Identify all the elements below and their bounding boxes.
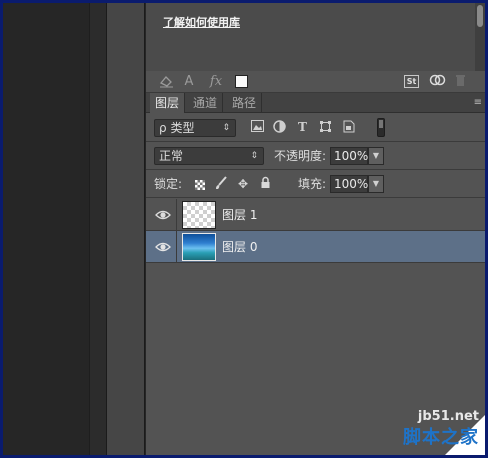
panel-menu-icon[interactable]: ≡ [474,97,482,108]
libraries-panel: 了解如何使用库 [146,3,485,71]
lock-label: 锁定: [154,177,183,191]
layer-thumbnail [182,201,216,229]
smart-object-filter-icon[interactable] [341,120,356,135]
fx-icon[interactable]: fx [208,74,224,90]
opacity-input[interactable]: 100% [330,147,368,165]
app-window: 了解如何使用库 A fx St 图层 通道 路径 ≡ ρ 类型 ⇕ T 正常 ⇕… [3,3,485,455]
blend-mode-row: 正常 ⇕ 不透明度: 100% ▼ [146,142,485,170]
lock-all-icon[interactable] [258,176,272,192]
layer-row[interactable]: 图层 1 [146,199,485,231]
trash-icon[interactable] [453,74,467,90]
eye-icon[interactable] [154,207,172,223]
opacity-dropdown-button[interactable]: ▼ [368,147,384,165]
fill-input[interactable]: 100% [330,175,368,193]
fill-label: 填充: [298,177,327,191]
filter-kind-dropdown[interactable]: ρ 类型 ⇕ [154,119,236,137]
learn-library-link[interactable]: 了解如何使用库 [163,14,240,30]
character-style-icon[interactable]: A [182,74,196,90]
paint-bucket-icon[interactable] [158,74,174,90]
layer-filter-row: ρ 类型 ⇕ T [146,114,485,142]
pixel-layer-filter-icon[interactable] [250,120,265,135]
watermark-name: 脚本之家 [403,427,479,448]
collapsed-panel-dock [106,3,145,455]
panel-tab-bar: 图层 通道 路径 ≡ [146,93,485,113]
layer-name[interactable]: 图层 0 [222,239,257,255]
filter-toggle-switch[interactable] [377,118,385,137]
blend-mode-value: 正常 [159,149,184,163]
layer-name[interactable]: 图层 1 [222,207,257,223]
divider [176,231,177,263]
search-icon: ρ [159,121,167,135]
libraries-scrollbar[interactable] [475,3,485,71]
watermark-url: jb51.net [417,409,479,424]
creative-cloud-icon[interactable] [428,74,446,90]
lock-image-pixels-icon[interactable] [214,176,228,192]
layer-row-selected[interactable]: 图层 0 [146,231,485,263]
layers-panel-group: 了解如何使用库 A fx St 图层 通道 路径 ≡ ρ 类型 ⇕ T 正常 ⇕… [146,3,485,455]
fill-dropdown-button[interactable]: ▼ [368,175,384,193]
type-layer-filter-icon[interactable]: T [295,120,310,135]
updown-arrow-icon: ⇕ [250,151,258,161]
tab-layers[interactable]: 图层 [150,93,186,113]
blend-mode-dropdown[interactable]: 正常 ⇕ [154,147,264,165]
updown-arrow-icon: ⇕ [222,123,230,133]
eye-icon[interactable] [154,239,172,255]
lock-row: 锁定: ✥ 填充: 100% ▼ [146,170,485,198]
divider [176,199,177,231]
lock-transparent-pixels-icon[interactable] [195,180,205,190]
lock-position-icon[interactable]: ✥ [236,176,250,192]
canvas-area [3,3,89,455]
filter-kind-label: 类型 [170,121,195,135]
scrollbar-thumb[interactable] [477,5,483,27]
shape-layer-filter-icon[interactable] [318,120,333,135]
adjustment-layer-filter-icon[interactable] [272,120,287,135]
tab-channels[interactable]: 通道 [188,93,224,113]
opacity-label: 不透明度: [274,149,327,163]
tab-paths[interactable]: 路径 [227,93,263,113]
canvas-edge [89,3,106,455]
libraries-toolbar: A fx St [146,71,485,93]
stock-icon[interactable]: St [404,75,419,88]
color-swatch-icon[interactable] [235,75,248,88]
layer-thumbnail [182,233,216,261]
